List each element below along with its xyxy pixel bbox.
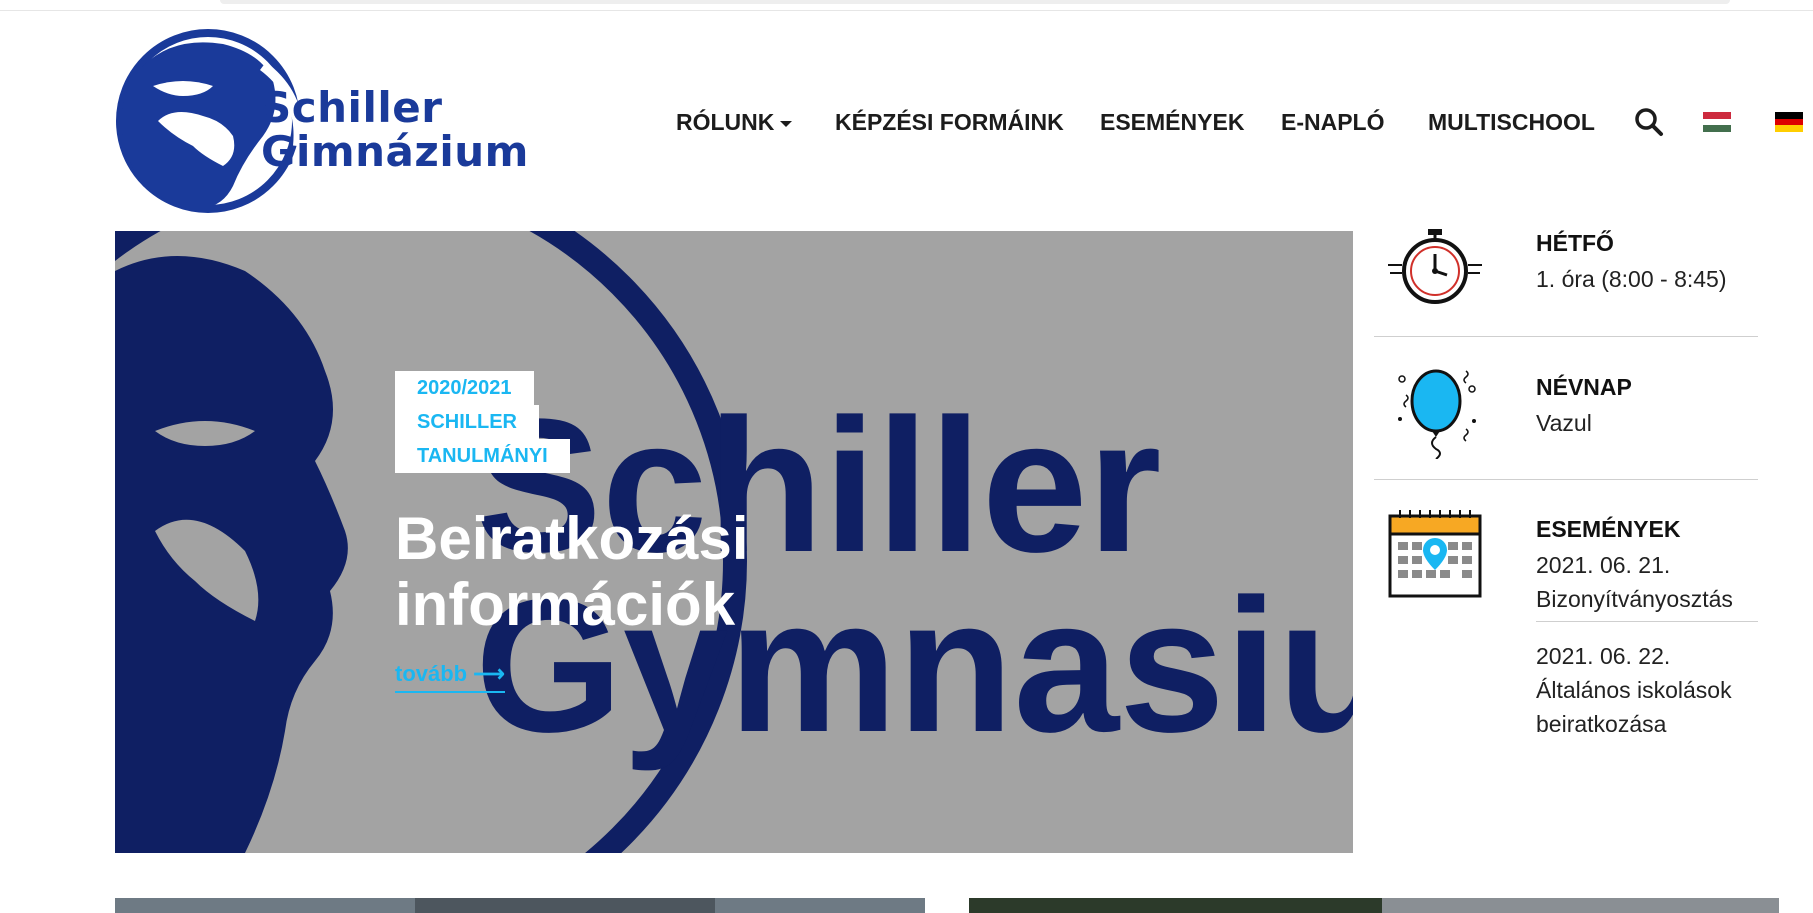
nav-item-rolunk[interactable]: RÓLUNK [676, 100, 793, 144]
nav-item-label: RÓLUNK [676, 109, 775, 135]
site-logo[interactable]: Schiller Gimnázium [113, 26, 533, 216]
hero-title[interactable]: Beiratkozási információk [395, 506, 995, 638]
news-card-image[interactable] [969, 898, 1779, 913]
event-divider [1536, 621, 1758, 622]
nav-item-esemenyek[interactable]: ESEMÉNYEK [1100, 100, 1244, 144]
event-item[interactable]: 2021. 06. 21. Bizonyítványosztás [1536, 548, 1733, 616]
browser-tab-bar [220, 0, 1730, 4]
browser-top-strip [0, 0, 1813, 11]
hero-slide[interactable]: Schiller Gymnasiur 2020/2021 SCHILLER TA… [115, 231, 1353, 853]
day-title: HÉTFŐ [1536, 230, 1614, 256]
hero-tag[interactable]: SCHILLER [395, 405, 539, 439]
nav-item-multischool[interactable]: MULTISCHOOL [1428, 100, 1595, 144]
news-card-image[interactable] [115, 898, 925, 913]
search-icon[interactable] [1633, 106, 1665, 138]
events-title: ESEMÉNYEK [1536, 516, 1681, 542]
event-name: Bizonyítványosztás [1536, 586, 1733, 612]
day-widget: HÉTFŐ 1. óra (8:00 - 8:45) [1374, 224, 1758, 337]
event-item[interactable]: 2021. 06. 22. Általános iskolások beirat… [1536, 639, 1766, 741]
stopwatch-icon [1388, 229, 1482, 304]
logo-line-2: Gimnázium [261, 127, 529, 176]
nav-item-e-naplo[interactable]: E-NAPLÓ [1281, 100, 1385, 144]
hero-tag[interactable]: 2020/2021 [395, 371, 534, 405]
calendar-icon [1388, 510, 1482, 598]
german-flag-icon[interactable] [1775, 112, 1803, 132]
hero-title-line-2: információk [395, 571, 736, 638]
logo-wordmark: Schiller Gimnázium [261, 86, 529, 174]
nameday-title: NÉVNAP [1536, 374, 1632, 400]
hungarian-flag-icon[interactable] [1703, 112, 1731, 132]
hero-title-line-1: Beiratkozási [395, 505, 749, 572]
balloon-icon [1398, 369, 1476, 459]
logo-line-1: Schiller [261, 83, 443, 132]
event-name: Általános iskolások beiratkozása [1536, 677, 1732, 737]
nav-item-kepzesi-formaink[interactable]: KÉPZÉSI FORMÁINK [835, 100, 1064, 144]
event-date: 2021. 06. 22. [1536, 643, 1671, 669]
event-date: 2021. 06. 21. [1536, 552, 1671, 578]
info-sidebar: HÉTFŐ 1. óra (8:00 - 8:45) NÉVNAP Vazul [1374, 224, 1758, 750]
chevron-down-icon [780, 120, 793, 127]
hero-tag[interactable]: TANULMÁNYI [395, 439, 570, 473]
nameday-name: Vazul [1536, 410, 1592, 436]
events-widget: ESEMÉNYEK 2021. 06. 21. Bizonyítványoszt… [1374, 480, 1758, 750]
day-period: 1. óra (8:00 - 8:45) [1536, 266, 1727, 292]
hero-more-link[interactable]: tovább ⟶ [395, 661, 505, 693]
nameday-widget: NÉVNAP Vazul [1374, 337, 1758, 480]
hero-tags: 2020/2021 SCHILLER TANULMÁNYI [395, 371, 570, 473]
